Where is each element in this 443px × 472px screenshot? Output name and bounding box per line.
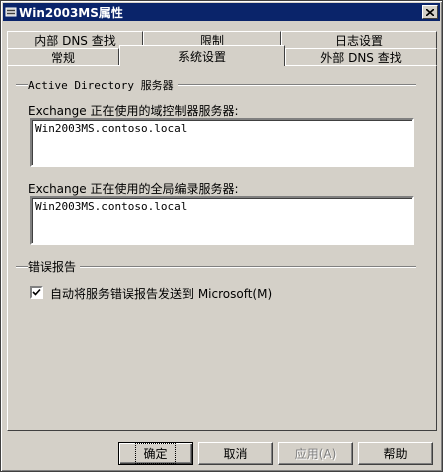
ok-label: 确定 <box>135 443 176 464</box>
apply-button[interactable]: 应用(A) <box>278 442 353 465</box>
tab-general[interactable]: 常规 <box>7 48 119 66</box>
apply-label: 应用(A) <box>294 447 337 461</box>
tab-label: 系统设置 <box>177 49 226 64</box>
tab-label: 常规 <box>50 51 75 65</box>
tab-label: 内部 DNS 查找 <box>34 34 116 48</box>
dc-server-textbox[interactable]: Win2003MS.contoso.local <box>30 118 414 167</box>
gc-server-textbox[interactable]: Win2003MS.contoso.local <box>30 196 414 245</box>
ad-group-label: Active Directory 服务器 <box>28 77 178 93</box>
tab-label: 日志设置 <box>334 34 383 48</box>
tab-label: 外部 DNS 查找 <box>320 51 402 65</box>
dc-label: Exchange 正在使用的域控制器服务器: <box>28 104 239 118</box>
gc-label: Exchange 正在使用的全局编录服务器: <box>28 182 239 196</box>
title-bar[interactable]: Win2003MS属性 <box>3 3 440 21</box>
tab-log-settings[interactable]: 日志设置 <box>281 31 437 49</box>
help-button[interactable]: 帮助 <box>358 442 433 465</box>
error-report-checkbox[interactable] <box>30 286 43 299</box>
cancel-label: 取消 <box>223 447 248 461</box>
window-title: Win2003MS属性 <box>19 5 123 20</box>
properties-window: Win2003MS属性 内部 DNS 查找 限制 日志设置 常规 系统设置 外部… <box>0 0 443 472</box>
close-button[interactable] <box>422 5 438 19</box>
close-icon <box>425 5 435 19</box>
error-group-label: 错误报告 <box>28 258 81 275</box>
error-report-label[interactable]: 自动将服务错误报告发送到 Microsoft(M) <box>50 285 272 302</box>
cancel-button[interactable]: 取消 <box>198 442 273 465</box>
tab-row-front: 常规 系统设置 外部 DNS 查找 <box>7 45 437 66</box>
tab-external-dns[interactable]: 外部 DNS 查找 <box>285 48 437 66</box>
server-icon <box>5 6 17 18</box>
tab-system-settings[interactable]: 系统设置 <box>119 45 285 66</box>
checkmark-icon <box>32 286 41 300</box>
tab-panel: Active Directory 服务器 Exchange 正在使用的域控制器服… <box>7 65 437 431</box>
help-label: 帮助 <box>383 447 408 461</box>
ok-button[interactable]: 确定 <box>118 442 193 465</box>
